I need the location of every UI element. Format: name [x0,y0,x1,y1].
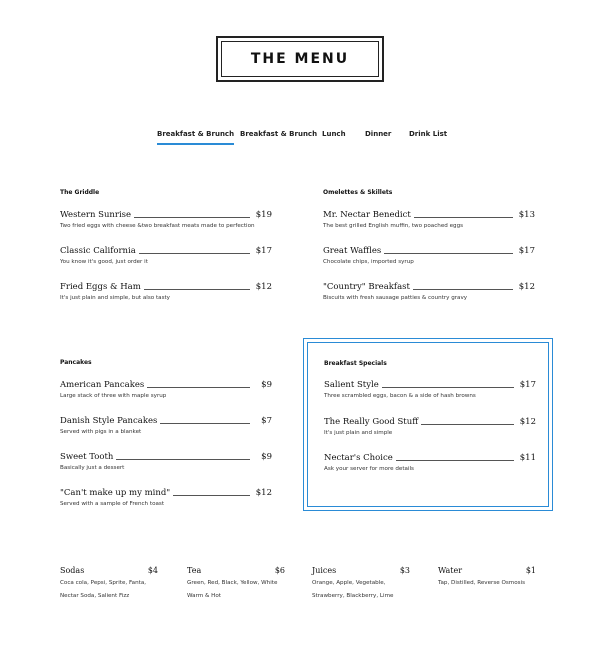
menu-item: Mr. Nectar Benedict $13 The best grilled… [323,210,535,240]
item-price: $11 [519,453,536,463]
item-name: Fried Eggs & Ham [60,282,144,292]
tab-breakfast-brunch[interactable]: Breakfast & Brunch [157,130,235,145]
section-heading-griddle: The Griddle [60,189,100,196]
menu-item: Western Sunrise $19 Two fried eggs with … [60,210,272,240]
item-name: Sweet Tooth [60,452,117,462]
drink-price: $4 [147,566,158,575]
item-name: Western Sunrise [60,210,135,220]
item-price: $19 [255,210,272,220]
item-description: Ask your server for more details [324,466,414,472]
item-price: $17 [519,380,536,390]
item-name: "Country" Breakfast [323,282,413,292]
item-name: Great Waffles [323,246,385,256]
menu-item: Nectar's Choice $11 Ask your server for … [324,453,536,483]
item-price: $9 [261,380,272,390]
item-description: The best grilled English muffin, two poa… [323,223,464,229]
item-description: Three scrambled eggs, bacon & a side of … [324,393,476,399]
menu-item: Danish Style Pancakes $7 Served with pig… [60,416,272,446]
item-name: "Can't make up my mind" [60,488,174,498]
item-price: $17 [255,246,272,256]
menu-item: Salient Style $17 Three scrambled eggs, … [324,380,536,410]
menu-item: "Can't make up my mind" $12 Served with … [60,488,272,518]
item-name: Salient Style [324,380,382,390]
drink-description: Coca cola, Pepsi, Sprite, Fanta, [60,580,147,586]
item-price: $12 [255,282,272,292]
item-price: $9 [261,452,272,462]
item-description: It's just plain and simple, but also tas… [60,295,170,301]
item-description: Basically just a dessert [60,465,125,471]
item-description: You know it's good, just order it [60,259,148,265]
drink-description: Tap, Distilled, Reverse Osmosis [438,580,526,586]
item-description: Served with a sample of French toast [60,501,165,507]
drink-description: Warm & Hot [187,593,221,599]
item-price: $17 [518,246,535,256]
item-price: $7 [261,416,272,426]
tab-dinner[interactable]: Dinner [365,130,391,138]
drink-name: Sodas [60,566,85,575]
drink-description: Green, Red, Black, Yellow, White [187,580,278,586]
menu-item: Great Waffles $17 Chocolate chips, impor… [323,246,535,276]
drink-name: Juices [312,566,337,575]
drink-name: Water [438,566,463,575]
drink-description: Strawberry, Blackberry, Lime [312,593,394,599]
menu-tabs: Breakfast & Brunch Breakfast & Brunch Lu… [0,130,600,150]
item-price: $12 [255,488,272,498]
item-description: Large stack of three with maple syrup [60,393,167,399]
item-name: American Pancakes [60,380,148,390]
menu-item: Sweet Tooth $9 Basically just a dessert [60,452,272,482]
drink-description: Nectar Soda, Salient Fizz [60,593,130,599]
item-price: $12 [518,282,535,292]
tab-breakfast-brunch-2[interactable]: Breakfast & Brunch [240,130,317,138]
drink-price: $3 [399,566,410,575]
section-heading-pancakes: Pancakes [60,359,92,366]
item-price: $12 [519,417,536,427]
tab-drink-list[interactable]: Drink List [409,130,447,138]
drink-name: Tea [187,566,202,575]
item-name: Classic California [60,246,139,256]
item-name: Danish Style Pancakes [60,416,161,426]
item-price: $13 [518,210,535,220]
menu-item: Fried Eggs & Ham $12 It's just plain and… [60,282,272,312]
section-heading-omelettes: Omelettes & Skillets [323,189,393,196]
menu-item: "Country" Breakfast $12 Biscuits with fr… [323,282,535,312]
menu-item: The Really Good Stuff $12 It's just plai… [324,417,536,447]
drink-price: $1 [525,566,536,575]
item-name: Mr. Nectar Benedict [323,210,414,220]
drink-price: $6 [274,566,285,575]
section-heading-specials: Breakfast Specials [324,360,387,367]
menu-item: Classic California $17 You know it's goo… [60,246,272,276]
tab-lunch[interactable]: Lunch [322,130,346,138]
menu-item: American Pancakes $9 Large stack of thre… [60,380,272,410]
item-description: Biscuits with fresh sausage patties & co… [323,295,468,301]
drink-description: Orange, Apple, Vegetable, [312,580,386,586]
item-description: Chocolate chips, imported syrup [323,259,414,265]
item-name: The Really Good Stuff [324,417,422,427]
item-description: Two fried eggs with cheese &two breakfas… [60,223,255,229]
item-description: Served with pigs in a blanket [60,429,142,435]
page-title: THE MENU [250,51,350,67]
item-description: It's just plain and simple [324,430,393,436]
item-name: Nectar's Choice [324,453,396,463]
